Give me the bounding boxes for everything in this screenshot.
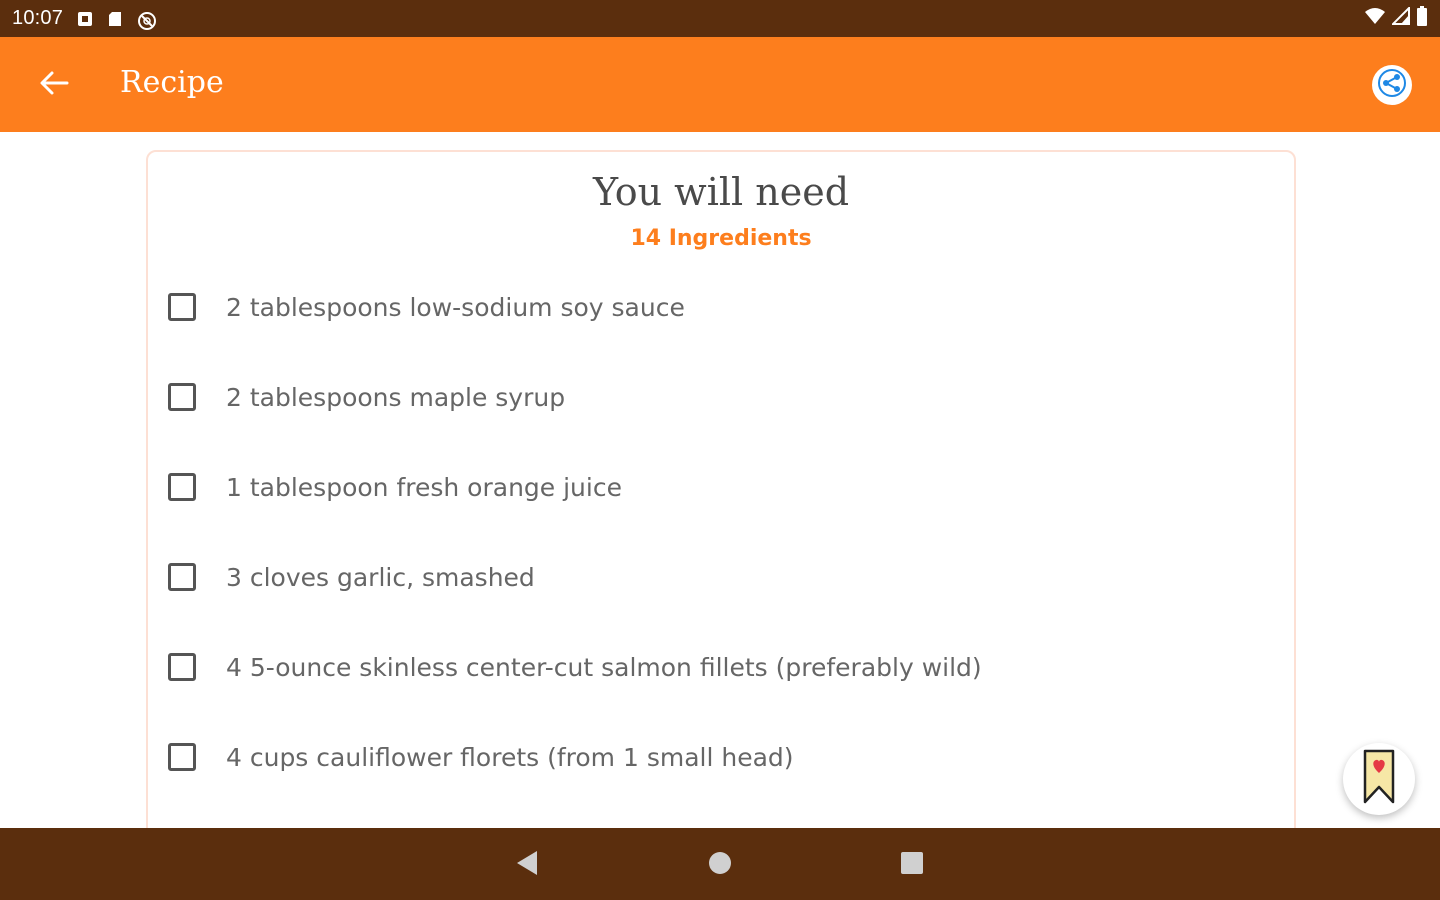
app-bar: Recipe xyxy=(0,37,1440,132)
page-title: Recipe xyxy=(120,65,224,100)
ingredients-count: 14 Ingredients xyxy=(630,226,812,251)
ingredient-label: 4 cups cauliflower florets (from 1 small… xyxy=(226,742,794,772)
bookmark-button[interactable] xyxy=(1343,743,1415,815)
back-triangle-icon xyxy=(515,849,539,882)
battery-icon xyxy=(1416,6,1428,31)
status-right xyxy=(1364,5,1428,31)
system-nav-bar xyxy=(0,828,1440,900)
ingredient-label: 1 tablespoon fresh orange juice xyxy=(226,472,622,502)
ingredient-label: 2 tablespoons maple syrup xyxy=(226,382,566,412)
ingredient-checkbox[interactable] xyxy=(168,473,196,501)
ingredient-checkbox[interactable] xyxy=(168,383,196,411)
ingredients-title: You will need xyxy=(592,170,850,214)
home-circle-icon xyxy=(707,850,733,881)
nav-back-button[interactable] xyxy=(510,848,544,882)
back-button[interactable] xyxy=(32,67,76,103)
share-icon xyxy=(1377,68,1407,103)
ingredient-row[interactable]: 2 tablespoons maple syrup xyxy=(148,352,1294,442)
cell-signal-icon xyxy=(1390,5,1410,30)
ingredient-label: 4 5-ounce skinless center-cut salmon fil… xyxy=(226,652,982,682)
share-button[interactable] xyxy=(1372,65,1412,105)
ingredient-row[interactable]: 4 5-ounce skinless center-cut salmon fil… xyxy=(148,622,1294,712)
arrow-left-icon xyxy=(39,70,69,101)
blocked-circle-icon xyxy=(137,11,157,30)
ingredient-row[interactable]: 1 tablespoon fresh orange juice xyxy=(148,442,1294,532)
ingredient-row[interactable]: 4 cups cauliflower florets (from 1 small… xyxy=(148,712,1294,802)
ingredient-checkbox[interactable] xyxy=(168,563,196,591)
recents-square-icon xyxy=(900,851,924,880)
wifi-icon xyxy=(1364,7,1386,30)
ingredient-checkbox[interactable] xyxy=(168,743,196,771)
status-time: 10:07 xyxy=(12,7,64,29)
status-bar: 10:07 xyxy=(0,0,1440,37)
bookmark-heart-icon xyxy=(1362,749,1396,810)
nav-home-button[interactable] xyxy=(703,848,737,882)
ingredients-card: You will need 14 Ingredients 2 tablespoo… xyxy=(146,150,1296,850)
ingredient-row[interactable]: 3 cloves garlic, smashed xyxy=(148,532,1294,622)
notification-square-icon xyxy=(77,11,93,27)
ingredient-checkbox[interactable] xyxy=(168,653,196,681)
ingredient-label: 3 cloves garlic, smashed xyxy=(226,562,535,592)
ingredient-row[interactable]: 2 tablespoons low-sodium soy sauce xyxy=(148,262,1294,352)
sd-card-icon xyxy=(107,11,123,27)
nav-recents-button[interactable] xyxy=(895,848,929,882)
status-left: 10:07 xyxy=(12,7,157,30)
ingredient-label: 2 tablespoons low-sodium soy sauce xyxy=(226,292,685,322)
ingredient-checkbox[interactable] xyxy=(168,293,196,321)
